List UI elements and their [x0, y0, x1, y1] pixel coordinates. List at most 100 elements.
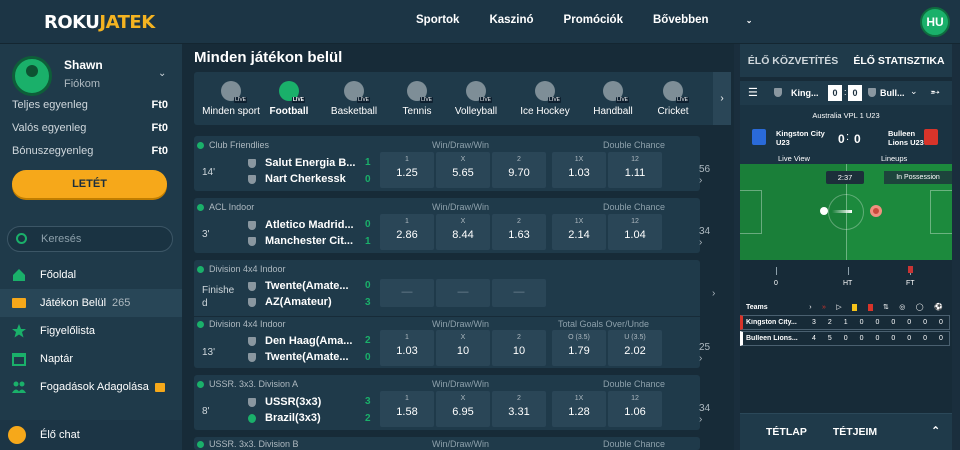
sidebar-item-home[interactable]: Főoldal [0, 261, 182, 289]
odds-button[interactable]: 12 1.04 [608, 214, 662, 250]
more-markets-link[interactable]: 25 › [699, 342, 710, 364]
more-markets-link[interactable]: 56 › [699, 164, 710, 186]
sidebar-item-live[interactable]: Játékon Belül 265 [0, 289, 182, 317]
nav-sports[interactable]: Sportok [416, 14, 459, 26]
sidebar-item-calendar[interactable]: Naptár [0, 345, 182, 373]
chevron-right-icon: › [809, 303, 812, 311]
main-content: Minden játékon belül LIVE Minden sport LI… [182, 44, 734, 450]
home-team: Den Haag(Ama... [248, 335, 358, 347]
account-link[interactable]: Fiókom [64, 78, 100, 90]
chevron-up-icon[interactable]: ⌃ [931, 425, 940, 437]
new-badge-icon [154, 382, 165, 392]
football-icon: LIVE [279, 81, 305, 103]
tab-my-bets[interactable]: TÉTJEIM [807, 414, 877, 450]
deposit-button[interactable]: LETÉT [12, 170, 167, 198]
match-card[interactable]: Division 4x4 Indoor Finishe d Twente(Ama… [194, 260, 715, 368]
attack-arrow [832, 210, 852, 213]
chevron-down-icon: ⌄ [745, 16, 753, 25]
more-markets-link[interactable]: 34 › [699, 403, 710, 425]
odds-button[interactable]: 1X 2.14 [552, 214, 606, 250]
balance-bonus: Bónuszegyenleg Ft0 [12, 145, 168, 157]
sport-tab-volleyball[interactable]: LIVE Volleyball [450, 72, 502, 117]
odds-button[interactable]: U (3.5) 2.02 [608, 330, 662, 366]
odds-button[interactable]: X 8.44 [436, 214, 490, 250]
lineups-tab[interactable]: Lineups [881, 154, 907, 163]
match-card[interactable]: USSR. 3x3. Division A Win/Draw/Win Doubl… [194, 375, 710, 430]
star-icon [12, 324, 26, 338]
page-title: Minden játékon belül [194, 49, 343, 66]
odds-button[interactable]: 12 1.11 [608, 152, 662, 188]
nav-promotions[interactable]: Promóciók [564, 14, 623, 26]
tab-live-stream[interactable]: ÉLŐ KÖZVETÍTÉS [740, 44, 846, 77]
odds-button[interactable]: 12 1.06 [608, 391, 662, 427]
search-input[interactable]: Keresés [7, 226, 173, 252]
match-card[interactable]: USSR. 3x3. Division B Win/Draw/Win Doubl… [194, 437, 700, 450]
handball-icon: LIVE [603, 81, 629, 103]
right-penalty-box [930, 190, 952, 234]
betslip-bar: TÉTLAP TÉTJEIM ⌃ [740, 413, 952, 450]
odds-button[interactable]: 1X 1.03 [552, 152, 606, 188]
calendar-icon [12, 353, 26, 366]
chat-icon [8, 426, 26, 444]
shield-icon [248, 281, 256, 291]
home-jersey-icon [752, 129, 766, 145]
sport-tab-all[interactable]: LIVE Minden sport [200, 72, 262, 117]
corner-flag-icon: ▷ [836, 304, 842, 311]
odds-button[interactable]: 2 1.63 [492, 214, 546, 250]
user-avatar-icon[interactable] [12, 56, 52, 96]
sidebar-item-bet-builder[interactable]: Fogadások Adagolása [0, 373, 182, 401]
odds-button[interactable]: X 5.65 [436, 152, 490, 188]
away-jersey-icon [924, 129, 938, 145]
odds-button[interactable]: X 10 [436, 330, 490, 366]
shield-icon [248, 174, 256, 184]
sport-tab-cricket[interactable]: LIVE Cricket [653, 72, 693, 117]
scroll-right-button[interactable]: › [713, 72, 731, 125]
shield-icon [248, 236, 256, 246]
odds-button[interactable]: 1 2.86 [380, 214, 434, 250]
away-team: Brazil(3x3) [248, 412, 358, 424]
sidebar-item-watchlist[interactable]: Figyelőlista [0, 317, 182, 345]
match-card[interactable]: ACL Indoor Win/Draw/Win Double Chance 3'… [194, 198, 710, 253]
chevron-down-icon[interactable]: ⌄ [158, 68, 166, 79]
live-view-tab[interactable]: Live View [778, 154, 810, 163]
nav-more[interactable]: Bővebben ⌄ [653, 14, 783, 26]
sport-tab-basketball[interactable]: LIVE Basketball [328, 72, 380, 117]
sport-tab-football[interactable]: LIVE Football [266, 72, 312, 117]
odds-button-disabled: — [436, 279, 490, 307]
list-icon[interactable]: ☰ [748, 86, 758, 99]
shield-icon [248, 352, 256, 362]
pin-icon[interactable]: ➵ [930, 85, 940, 99]
avatar[interactable]: HU [920, 7, 950, 37]
main-nav: Sportok Kaszinó Promóciók Bővebben ⌄ [416, 14, 812, 26]
odds-button[interactable]: 2 9.70 [492, 152, 546, 188]
target-icon: ◎ [899, 304, 906, 311]
balance-real: Valós egyenleg Ft0 [12, 122, 168, 134]
nav-casino[interactable]: Kaszinó [489, 14, 533, 26]
more-markets-link[interactable]: 34 › [699, 226, 710, 248]
sport-tab-ice-hockey[interactable]: LIVE Ice Hockey [517, 72, 573, 117]
live-chat-button[interactable]: Élő chat [0, 420, 182, 450]
user-name: Shawn [64, 58, 103, 72]
sport-tab-tennis[interactable]: LIVE Tennis [397, 72, 437, 117]
odds-button[interactable]: 2 3.31 [492, 391, 546, 427]
logo[interactable]: ROKUJATEK [44, 12, 155, 33]
odds-button[interactable]: 1 1.58 [380, 391, 434, 427]
live-match-bar[interactable]: ☰ King... 0 : 0 Bull... ⌄ ➵ [740, 81, 952, 105]
tab-betslip[interactable]: TÉTLAP [740, 414, 807, 450]
live-tv-icon [12, 298, 26, 308]
sport-tab-handball[interactable]: LIVE Handball [589, 72, 637, 117]
odds-button[interactable]: 2 10 [492, 330, 546, 366]
odds-button[interactable]: 1 1.25 [380, 152, 434, 188]
tab-live-stats[interactable]: ÉLŐ STATISZTIKA [846, 44, 952, 77]
chevron-right-icon[interactable]: › [712, 288, 715, 299]
chevron-down-icon[interactable]: ⌄ [910, 86, 918, 97]
stats-row-home: Kingston City... 321000000 [740, 315, 950, 330]
odds-button[interactable]: O (3.5) 1.79 [552, 330, 606, 366]
odds-button[interactable]: X 6.95 [436, 391, 490, 427]
hockey-icon: LIVE [535, 81, 561, 103]
live-pitch: 2:37 In Possession [740, 164, 952, 260]
odds-button[interactable]: 1X 1.28 [552, 391, 606, 427]
match-card[interactable]: Club Friendlies Win/Draw/Win Double Chan… [194, 136, 710, 191]
home-icon [13, 269, 25, 281]
odds-button[interactable]: 1 1.03 [380, 330, 434, 366]
